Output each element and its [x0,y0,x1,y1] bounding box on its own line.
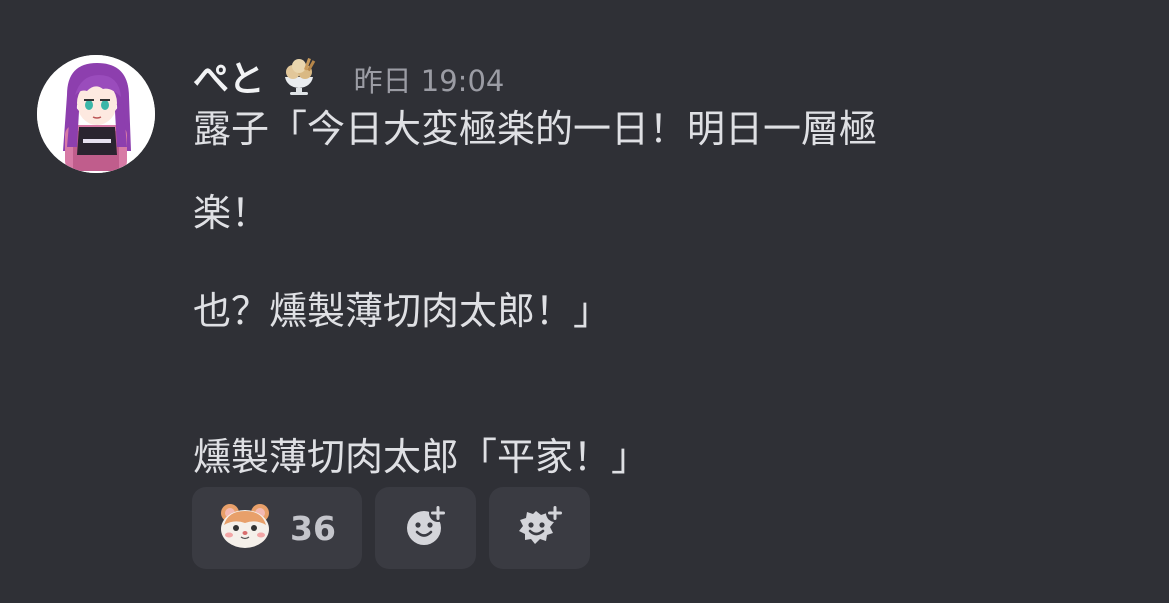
message-line: 露子「今日大変極楽的一日！明日一層極 [193,107,878,151]
message-line: 燻製薄切肉太郎「平家！」 [193,435,650,479]
username[interactable]: ぺと [193,50,266,102]
message-content: 露子「今日大変極楽的一日！明日一層極 楽！ 也？燻製薄切肉太郎！」 燻製薄切肉太… [193,106,1093,480]
ice-cream-sundae-icon [278,55,320,97]
message-line: 楽！ [193,191,270,235]
avatar-image [37,55,155,173]
add-reaction-button[interactable] [375,487,476,569]
message-line: 也？燻製薄切肉太郎！」 [193,289,612,333]
message-header: ぺと 昨日 19:04 [193,52,504,100]
reaction-count: 36 [290,508,336,548]
add-super-reaction-button[interactable] [489,487,590,569]
add-reaction-icon [402,502,450,554]
message-timestamp[interactable]: 昨日 19:04 [354,58,505,100]
reactions-bar: 36 [192,487,590,569]
reaction-hamster[interactable]: 36 [192,487,362,569]
chat-message: ぺと 昨日 19:04 露子「今日大変極楽的一日！明日一層極 楽！ 也？燻製薄切… [0,0,1169,603]
hamster-face-icon [218,501,272,555]
avatar[interactable] [37,55,155,173]
add-super-reaction-icon [514,502,566,554]
